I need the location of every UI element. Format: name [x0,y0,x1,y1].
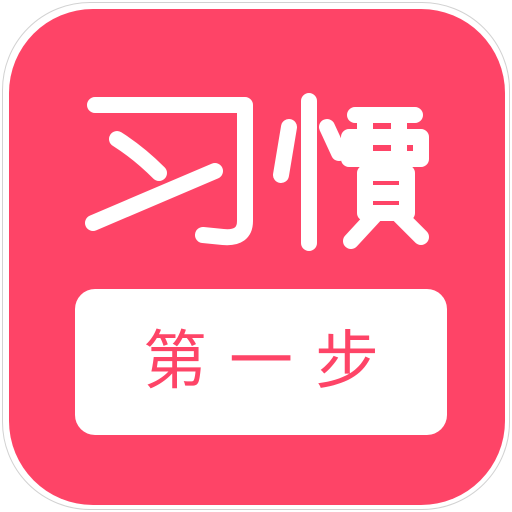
title-glyph-xi [85,97,253,246]
subtitle-text: 第一步 [143,325,401,399]
app-icon-frame: 习惯 第一步 [2,2,510,510]
subtitle-badge: 第一步 [75,289,447,435]
title-glyph-guan [273,93,429,251]
app-icon[interactable]: 习惯 第一步 [9,9,505,505]
